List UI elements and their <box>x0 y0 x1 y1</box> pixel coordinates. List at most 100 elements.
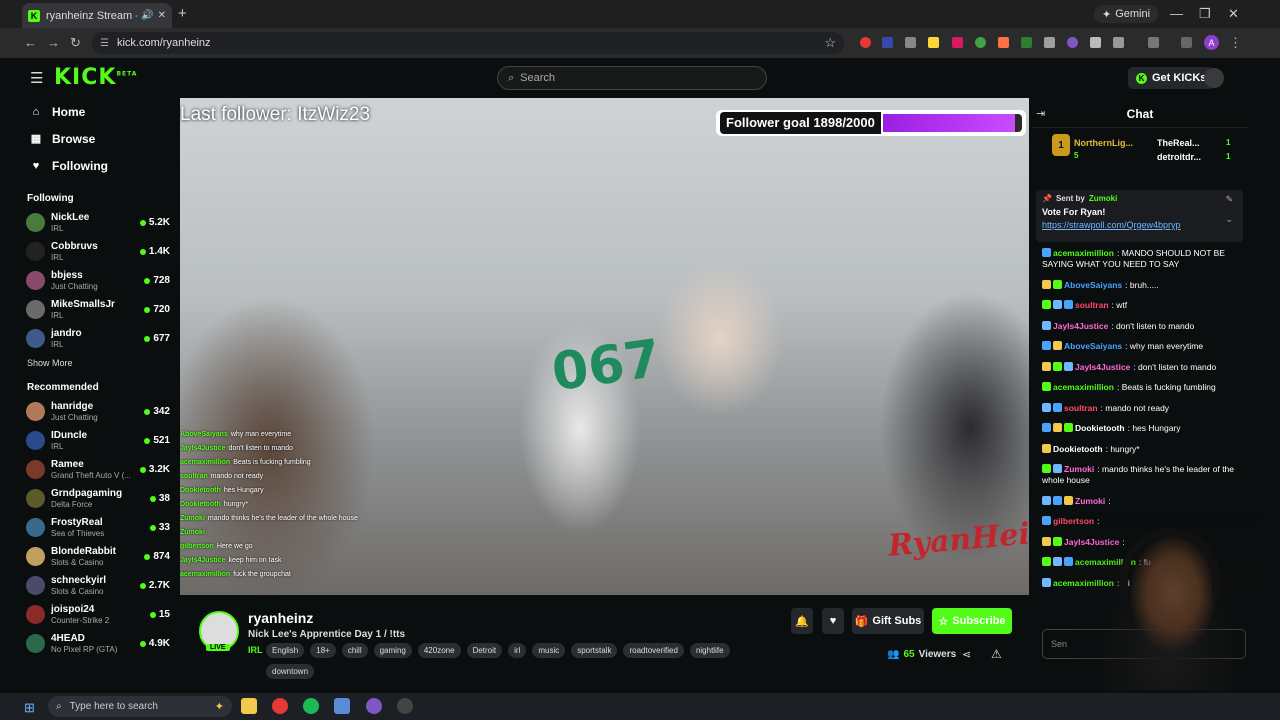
chrome-icon[interactable] <box>272 698 288 714</box>
extension-icon[interactable] <box>1067 37 1078 48</box>
sidebar-channel[interactable]: Ramee Grand Theft Auto V (... 3.2K <box>24 455 176 484</box>
extensions-puzzle-icon[interactable] <box>1113 37 1124 48</box>
browser-tab[interactable]: K ryanheinz Stream - Watch L 🔊 ✕ <box>22 3 172 28</box>
sidebar-channel[interactable]: MikeSmallsJr IRL 720 <box>24 295 176 324</box>
gifter-name[interactable]: detroitdr... <box>1157 152 1201 162</box>
browser-menu-icon[interactable]: ⋮ <box>1229 35 1242 51</box>
extension-icon[interactable] <box>905 37 916 48</box>
gift-subs-button[interactable]: 🎁 Gift Subs <box>852 608 924 634</box>
taskbar-search[interactable]: ⌕ Type here to search ✦ <box>48 696 232 717</box>
stream-tag[interactable]: English <box>266 643 305 658</box>
cast-icon[interactable] <box>1148 37 1159 48</box>
nav-item-following[interactable]: ♥ Following <box>24 152 176 179</box>
user-avatar[interactable] <box>1204 68 1224 88</box>
chat-username[interactable]: Zumoki <box>1064 464 1094 474</box>
gifter-name[interactable]: TheReal... <box>1157 138 1200 148</box>
site-info-icon[interactable]: ☰ <box>100 38 109 49</box>
sidebar-channel[interactable]: jandro IRL 677 <box>24 324 176 353</box>
chat-username[interactable]: Zumoki <box>1075 496 1105 506</box>
stream-tag[interactable]: 18+ <box>310 643 336 658</box>
show-more-link[interactable]: Show More <box>27 358 176 368</box>
sidebar-channel[interactable]: joispoi24 Counter-Strike 2 15 <box>24 600 176 629</box>
extension-icon[interactable] <box>1044 37 1055 48</box>
chevron-down-icon[interactable]: ⌄ <box>1225 214 1233 225</box>
channel-name[interactable]: ryanheinz <box>248 610 313 626</box>
pinned-user[interactable]: Zumoki <box>1089 194 1117 203</box>
hamburger-menu-icon[interactable]: ☰ <box>30 69 43 87</box>
forward-icon[interactable]: → <box>47 35 60 50</box>
nav-item-browse[interactable]: ▦ Browse <box>24 125 176 152</box>
subscribe-button[interactable]: ☆ Subscribe <box>932 608 1012 634</box>
extension-icon[interactable] <box>952 37 963 48</box>
share-icon[interactable]: ⋖ <box>962 648 971 661</box>
gemini-button[interactable]: ✦ Gemini <box>1094 5 1159 23</box>
search-input[interactable]: ⌕ Search <box>497 66 767 90</box>
chat-username[interactable]: Dookietooth <box>1075 423 1125 433</box>
chat-username[interactable]: JayIs4Justice <box>1075 362 1130 372</box>
reading-list-icon[interactable] <box>1181 37 1192 48</box>
report-icon[interactable]: ⚠ <box>991 647 1002 661</box>
extension-icon[interactable] <box>882 37 893 48</box>
extension-icon[interactable] <box>1021 37 1032 48</box>
sidebar-channel[interactable]: 4HEAD No Pixel RP (GTA) 4.9K <box>24 629 176 658</box>
chat-username[interactable]: AboveSaiyans <box>1064 280 1122 290</box>
chat-username[interactable]: AboveSaiyans <box>1064 341 1122 351</box>
stream-tag[interactable]: roadtoverified <box>623 643 684 658</box>
pinned-link[interactable]: https://strawpoll.com/Qrgew4bpryp <box>1042 220 1237 230</box>
sidebar-channel[interactable]: NickLee IRL 5.2K <box>24 208 176 237</box>
sidebar-channel[interactable]: Grndpagaming Delta Force 38 <box>24 484 176 513</box>
new-tab-button[interactable]: + <box>178 5 187 22</box>
windows-start-icon[interactable]: ⊞ <box>24 700 35 716</box>
stream-tag[interactable]: 420zone <box>417 643 461 658</box>
sidebar-channel[interactable]: schneckyirl Slots & Casino 2.7K <box>24 571 176 600</box>
stream-tag[interactable]: nightlife <box>689 643 730 658</box>
window-close-icon[interactable]: ✕ <box>1228 6 1239 22</box>
profile-avatar[interactable]: A <box>1204 35 1219 50</box>
chat-username[interactable]: Dookietooth <box>1053 444 1103 454</box>
speaker-icon[interactable]: 🔊 <box>141 10 153 21</box>
unpin-icon[interactable]: ✎ <box>1225 194 1233 205</box>
extension-icon[interactable] <box>1090 37 1101 48</box>
spotify-icon[interactable] <box>303 698 319 714</box>
sidebar-channel[interactable]: FrostyReal Sea of Thieves 33 <box>24 513 176 542</box>
stream-tag[interactable]: chill <box>341 643 368 658</box>
chat-username[interactable]: acemaximillion <box>1053 248 1114 258</box>
sidebar-channel[interactable]: hanridge Just Chatting 342 <box>24 397 176 426</box>
sidebar-channel[interactable]: Cobbruvs IRL 1.4K <box>24 237 176 266</box>
stream-tag[interactable]: irl <box>508 643 527 658</box>
video-player[interactable]: 067 Last follower: ItzWiz23 Follower goa… <box>180 98 1029 595</box>
chat-username[interactable]: JayIs4Justice <box>1053 321 1108 331</box>
stream-tag[interactable]: Detroit <box>466 643 503 658</box>
bookmark-star-icon[interactable]: ☆ <box>824 35 836 51</box>
top-gifter-name[interactable]: NorthernLig... <box>1074 138 1133 148</box>
kick-logo[interactable]: KICKBETA <box>54 65 137 90</box>
stream-category[interactable]: IRL <box>248 645 263 655</box>
discord-icon[interactable] <box>366 698 382 714</box>
stream-tag[interactable]: sportstalk <box>571 643 618 658</box>
chat-username[interactable]: acemaximillion <box>1053 382 1114 392</box>
notification-bell-button[interactable]: 🔔 <box>791 608 813 634</box>
stream-tag[interactable]: music <box>532 643 566 658</box>
reload-icon[interactable]: ↻ <box>70 35 81 51</box>
chat-username[interactable]: soultran <box>1064 403 1098 413</box>
extension-icon[interactable] <box>975 37 986 48</box>
file-explorer-icon[interactable] <box>241 698 257 714</box>
maximize-icon[interactable]: ❐ <box>1199 6 1211 22</box>
sidebar-channel[interactable]: bbjess Just Chatting 728 <box>24 266 176 295</box>
tab-close-icon[interactable]: ✕ <box>158 10 166 21</box>
sidebar-channel[interactable]: BlondeRabbit Slots & Casino 874 <box>24 542 176 571</box>
follow-heart-button[interactable]: ♥ <box>822 608 844 634</box>
get-kicks-button[interactable]: K Get KICKs <box>1128 67 1215 89</box>
extension-icon[interactable] <box>928 37 939 48</box>
extension-icon[interactable] <box>998 37 1009 48</box>
stream-tag[interactable]: gaming <box>373 643 412 658</box>
app-icon[interactable] <box>334 698 350 714</box>
url-field[interactable]: ☰ kick.com/ryanheinz ☆ <box>92 32 844 54</box>
sidebar-channel[interactable]: IDuncle IRL 521 <box>24 426 176 455</box>
nav-item-home[interactable]: ⌂ Home <box>24 98 176 125</box>
back-icon[interactable]: ← <box>24 35 37 50</box>
extension-icon[interactable] <box>860 37 871 48</box>
minimize-icon[interactable]: — <box>1170 6 1183 21</box>
stream-tag[interactable]: downtown <box>266 664 315 679</box>
obs-icon[interactable] <box>397 698 413 714</box>
